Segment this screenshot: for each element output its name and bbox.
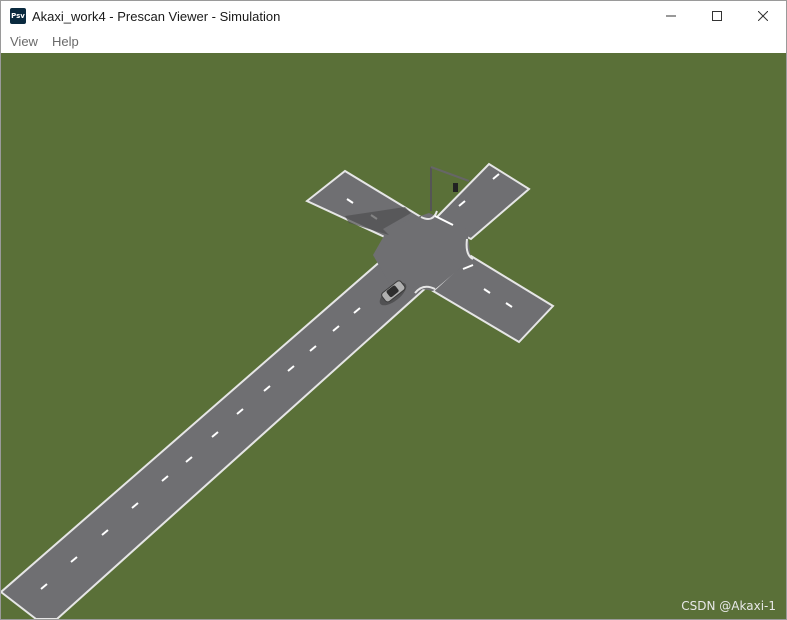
menu-help[interactable]: Help [45, 31, 86, 53]
app-window: Psv Akaxi_work4 - Prescan Viewer - Simul… [0, 0, 787, 620]
maximize-button[interactable] [694, 1, 740, 31]
minimize-icon [666, 15, 676, 17]
menu-view[interactable]: View [3, 31, 45, 53]
close-button[interactable] [740, 1, 786, 31]
simulation-viewport[interactable]: CSDN @Akaxi-1 [1, 53, 786, 619]
maximize-icon [712, 11, 722, 21]
window-title: Akaxi_work4 - Prescan Viewer - Simulatio… [32, 8, 281, 24]
title-bar[interactable]: Psv Akaxi_work4 - Prescan Viewer - Simul… [1, 1, 786, 31]
menu-bar: View Help [1, 31, 786, 54]
close-icon [758, 11, 768, 21]
prescan-app-icon: Psv [10, 8, 26, 24]
watermark-text: CSDN @Akaxi-1 [681, 599, 776, 613]
window-controls [648, 1, 786, 31]
minimize-button[interactable] [648, 1, 694, 31]
scene-canvas [1, 53, 786, 619]
